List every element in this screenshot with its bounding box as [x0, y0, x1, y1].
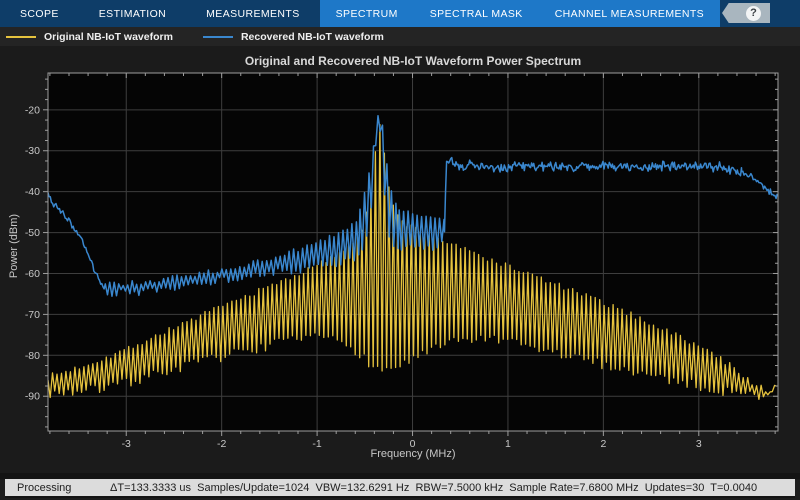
y-tick-label: -40 [25, 186, 40, 198]
y-tick-label: -70 [25, 309, 40, 321]
legend-line-swatch [6, 36, 36, 38]
tab-spectral-mask[interactable]: SPECTRAL MASK [414, 0, 539, 27]
y-tick-label: -20 [25, 104, 40, 116]
status-state: Processing [17, 482, 71, 494]
spectrum-analyzer-window: SCOPEESTIMATIONMEASUREMENTS SPECTRUMSPEC… [0, 0, 800, 500]
x-axis-label: Frequency (MHz) [48, 448, 778, 460]
tab-spectrum[interactable]: SPECTRUM [320, 0, 414, 27]
help-icon: ? [746, 6, 761, 21]
legend-item-recovered[interactable]: Recovered NB-IoT waveform [203, 31, 384, 43]
y-tick-label: -50 [25, 227, 40, 239]
legend-bar: Original NB-IoT waveform Recovered NB-IoT… [0, 27, 800, 46]
tab-estimation[interactable]: ESTIMATION [79, 0, 186, 27]
legend-item-original[interactable]: Original NB-IoT waveform [6, 31, 173, 43]
status-bar: Processing ΔT=133.3333 us Samples/Update… [5, 479, 795, 498]
toolstrip-tabbar: SCOPEESTIMATIONMEASUREMENTS SPECTRUMSPEC… [0, 0, 800, 27]
tab-channel-measurements[interactable]: CHANNEL MEASUREMENTS [539, 0, 720, 27]
tab-group-spectrum: SPECTRUMSPECTRAL MASKCHANNEL MEASUREMENT… [320, 0, 720, 27]
plot-area[interactable]: -3-2-10123-20-30-40-50-60-70-80-90 [0, 46, 800, 473]
y-axis-label: Power (dBm) [8, 186, 20, 306]
figure-area: Original and Recovered NB-IoT Waveform P… [0, 46, 800, 473]
y-tick-label: -60 [25, 268, 40, 280]
status-stats: ΔT=133.3333 us Samples/Update=1024 VBW=1… [110, 482, 757, 494]
tab-group-main: SCOPEESTIMATIONMEASUREMENTS [0, 0, 320, 27]
tab-scope[interactable]: SCOPE [0, 0, 79, 27]
tab-measurements[interactable]: MEASUREMENTS [186, 0, 319, 27]
legend-label: Original NB-IoT waveform [44, 31, 173, 43]
help-button[interactable]: ? [722, 3, 770, 23]
y-tick-label: -90 [25, 391, 40, 403]
y-tick-label: -30 [25, 145, 40, 157]
legend-line-swatch [203, 36, 233, 38]
y-tick-label: -80 [25, 350, 40, 362]
legend-label: Recovered NB-IoT waveform [241, 31, 384, 43]
